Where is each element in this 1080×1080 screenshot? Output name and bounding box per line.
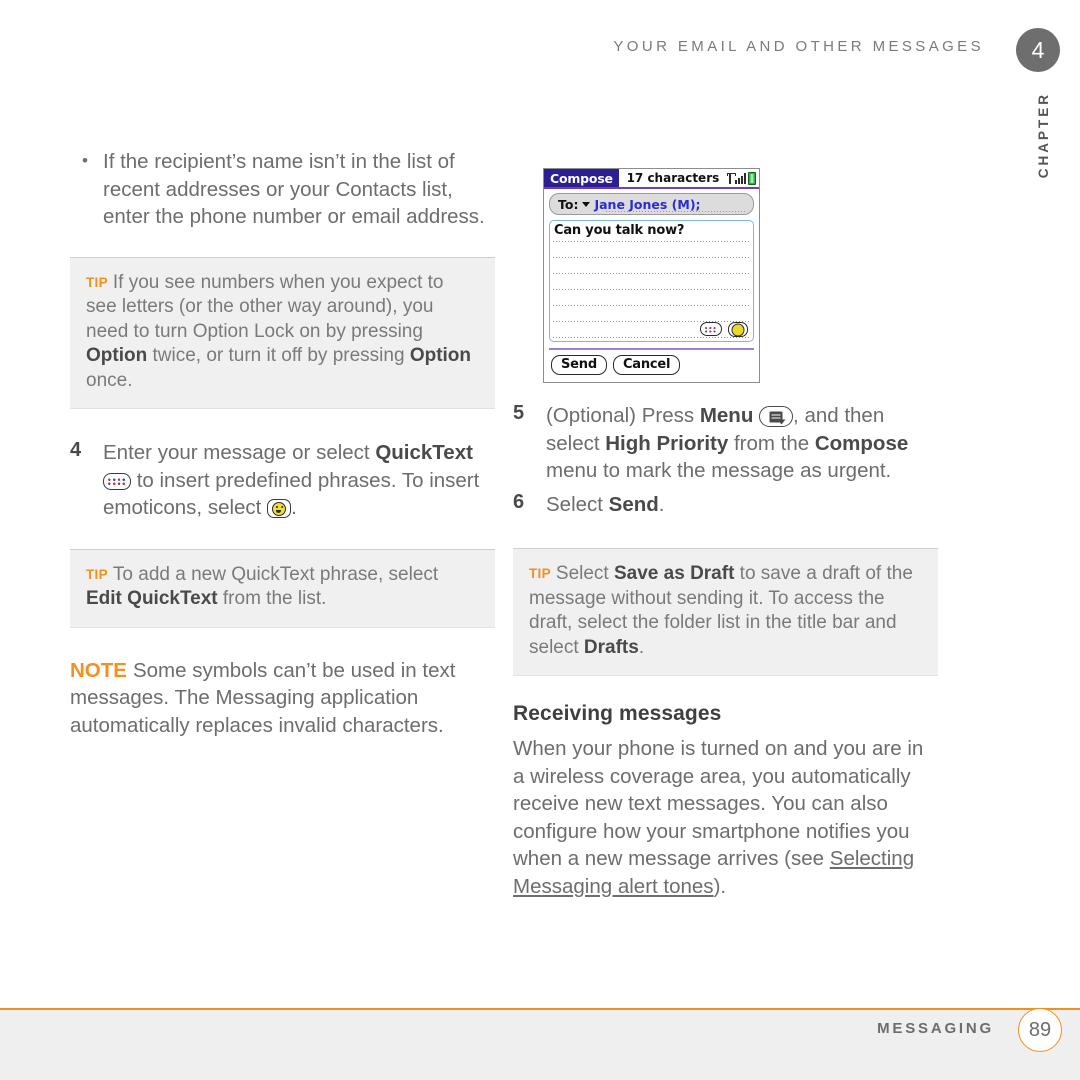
device-to-value: Jane Jones (M);	[594, 196, 701, 212]
manual-page: YOUR EMAIL AND OTHER MESSAGES 4 CHAPTER …	[0, 0, 1080, 1080]
left-column: If the recipient’s name isn’t in the lis…	[70, 147, 495, 740]
step6-part-2: .	[658, 492, 665, 516]
tip3-part-1: Select	[555, 563, 614, 584]
device-to-field[interactable]: To: Jane Jones (M);	[549, 193, 754, 215]
device-message-body[interactable]: Can you talk now?	[549, 220, 754, 342]
right-column: 5 (Optional) Press Menu , and then selec…	[513, 402, 938, 900]
tip-text: TIP If you see numbers when you expect to…	[86, 271, 479, 394]
tip3-bold-2: Drafts	[583, 636, 639, 658]
tip-box-quicktext: TIP To add a new QuickText phrase, select…	[70, 548, 495, 628]
step5-bold-menu: Menu	[699, 404, 754, 427]
device-folder-tab[interactable]: Compose	[544, 169, 619, 187]
step5-part-3: from the	[728, 431, 815, 455]
tip-text: TIP Select Save as Draft to save a draft …	[529, 562, 922, 660]
device-status-icons	[727, 169, 759, 187]
emoticon-icon	[267, 499, 292, 518]
note-block: NOTE Some symbols can’t be used in text m…	[70, 657, 495, 740]
step-number: 4	[70, 439, 82, 461]
device-insert-icons	[700, 322, 748, 337]
step5-part-1: (Optional) Press	[546, 404, 700, 427]
note-label: NOTE	[70, 658, 127, 682]
step-text: Select Send.	[546, 491, 938, 519]
tip3-bold-1: Save as Draft	[614, 563, 735, 584]
chapter-number: 4	[1031, 36, 1045, 63]
step-text: (Optional) Press Menu , and then select …	[546, 402, 938, 485]
device-screenshot-compose: Compose 17 characters To: Jane Jones (M)…	[543, 168, 760, 383]
step6-part-1: Select	[546, 492, 609, 516]
section-paragraph: When your phone is turned on and you are…	[513, 735, 938, 900]
paragraph-part-2: ).	[713, 874, 727, 898]
step-number: 6	[513, 490, 525, 513]
step-text: Enter your message or select QuickText t…	[103, 439, 495, 522]
tip2-part-2: from the list.	[217, 588, 327, 609]
step4-part-1: Enter your message or select	[103, 441, 376, 464]
tip-text: TIP To add a new QuickText phrase, select…	[86, 563, 479, 612]
tip-label: TIP	[86, 566, 108, 582]
signal-strength-icon	[735, 172, 746, 184]
step5-bold-high-priority: High Priority	[605, 431, 729, 455]
quicktext-icon[interactable]	[700, 322, 722, 336]
device-to-label: To:	[558, 196, 579, 212]
tip3-part-3: .	[638, 636, 645, 658]
section-heading: Receiving messages	[513, 702, 722, 725]
footer-section-label: MESSAGING	[877, 1020, 994, 1037]
tip-part-1: If you see numbers when you expect to se…	[86, 271, 444, 342]
tip-bold-2: Option	[409, 345, 472, 366]
quicktext-icon	[103, 472, 131, 490]
device-to-underline	[606, 211, 745, 212]
tip-label: TIP	[86, 274, 108, 290]
tip-part-2: twice, or turn it off by pressing	[147, 345, 410, 366]
device-character-count: 17 characters	[626, 171, 720, 185]
note-text: Some symbols can’t be used in text messa…	[70, 658, 456, 737]
send-button[interactable]: Send	[551, 354, 607, 375]
tip-part-3: once.	[86, 369, 133, 391]
device-message-text: Can you talk now?	[554, 223, 685, 238]
step-6: 6 Select Send.	[513, 491, 938, 519]
page-number-badge: 89	[1018, 1008, 1062, 1052]
tip-box-option-lock: TIP If you see numbers when you expect to…	[70, 256, 495, 409]
tip-box-save-as-draft: TIP Select Save as Draft to save a draft …	[513, 548, 938, 676]
step5-part-4: menu to mark the message as urgent.	[546, 459, 892, 482]
step-number: 5	[513, 402, 525, 424]
step4-bold-quicktext: QuickText	[375, 441, 473, 464]
tip2-part-1: To add a new QuickText phrase, select	[112, 563, 439, 585]
device-title-bar: Compose 17 characters	[544, 169, 759, 189]
chapter-label: CHAPTER	[1036, 92, 1051, 179]
tip2-bold-1: Edit QuickText	[86, 588, 218, 609]
page-number: 89	[1028, 1018, 1052, 1041]
list-item: If the recipient’s name isn’t in the lis…	[70, 147, 495, 231]
bullet-list: If the recipient’s name isn’t in the lis…	[70, 147, 495, 231]
step-5: 5 (Optional) Press Menu , and then selec…	[513, 402, 938, 485]
battery-icon	[748, 171, 756, 185]
tip-bold-1: Option	[86, 345, 148, 366]
device-button-row: Send Cancel	[544, 350, 759, 375]
cancel-button[interactable]: Cancel	[612, 354, 681, 375]
antenna-icon	[727, 172, 736, 184]
step-4: 4 Enter your message or select QuickText…	[70, 439, 495, 522]
running-head: YOUR EMAIL AND OTHER MESSAGES	[613, 38, 984, 55]
chapter-number-badge: 4	[1016, 28, 1060, 72]
step6-bold-send: Send	[608, 492, 659, 516]
chevron-down-icon[interactable]	[582, 201, 591, 207]
emoticon-icon[interactable]	[728, 322, 748, 337]
step4-part-3: .	[291, 496, 297, 519]
tip-label: TIP	[529, 566, 551, 581]
menu-icon	[759, 406, 794, 427]
step5-bold-compose: Compose	[814, 431, 909, 455]
